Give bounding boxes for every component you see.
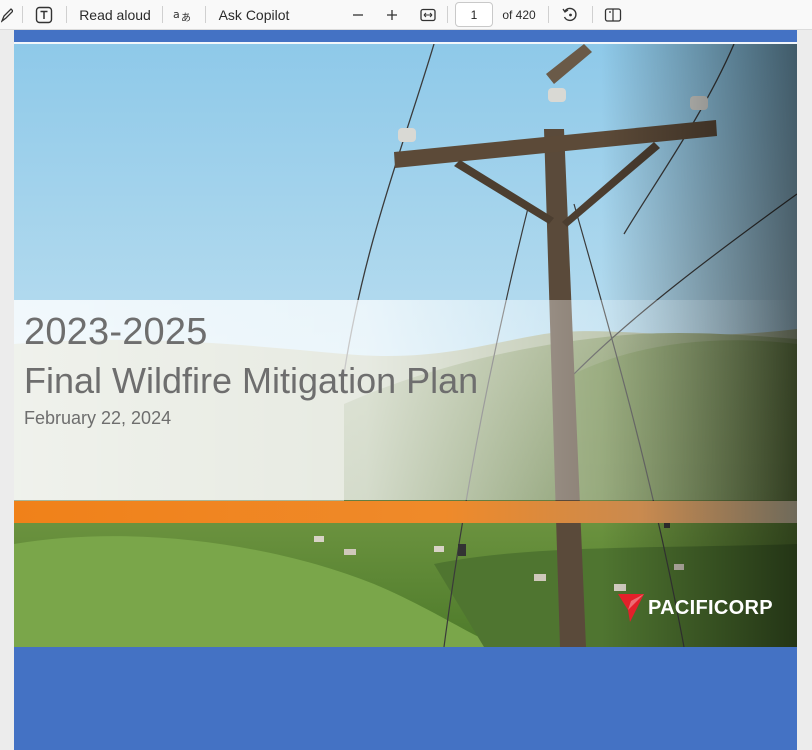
read-aloud-button[interactable]: Read aloud (76, 0, 154, 30)
zoom-in-icon[interactable] (382, 0, 402, 30)
top-blue-band (14, 30, 797, 42)
page-number-input[interactable]: 1 (455, 2, 493, 27)
toolbar-separator (205, 6, 206, 23)
read-aloud-label: Read aloud (79, 7, 151, 23)
toolbar-separator (548, 6, 549, 23)
cover-title-years: 2023-2025 (24, 311, 208, 353)
toolbar-separator (66, 6, 67, 23)
ask-copilot-button[interactable]: Ask Copilot (214, 0, 294, 30)
toolbar-separator (592, 6, 593, 23)
page-total: of 420 (500, 0, 538, 30)
bottom-blue-panel (14, 647, 797, 750)
pacificorp-logo: PACIFICORP (618, 590, 773, 626)
text-icon[interactable] (32, 0, 56, 30)
toolbar-separator (22, 6, 23, 23)
orange-accent-band (14, 501, 797, 523)
fit-width-icon[interactable] (417, 0, 439, 30)
svg-text:あ: あ (181, 12, 191, 24)
toolbar-separator (447, 6, 448, 23)
ask-copilot-label: Ask Copilot (218, 7, 290, 23)
svg-text:a: a (173, 8, 180, 21)
page-view-icon[interactable] (601, 0, 625, 30)
pacificorp-logo-text: PACIFICORP (648, 596, 773, 619)
cover-title-main: Final Wildfire Mitigation Plan (24, 360, 479, 401)
draw-icon[interactable] (0, 0, 14, 30)
pdf-toolbar: Read aloud aあ Ask Copilot 1 of 420 (0, 0, 812, 30)
pacificorp-logo-mark-icon (618, 594, 644, 622)
toolbar-separator (162, 6, 163, 23)
rotate-icon[interactable] (558, 0, 582, 30)
zoom-out-icon[interactable] (348, 0, 368, 30)
cover-date: February 22, 2024 (24, 408, 172, 428)
translate-icon[interactable]: aあ (171, 0, 195, 30)
page-number-value: 1 (470, 7, 478, 22)
page-total-label: of 420 (502, 8, 536, 22)
pdf-page: 2023-2025 Final Wildfire Mitigation Plan… (14, 30, 797, 750)
